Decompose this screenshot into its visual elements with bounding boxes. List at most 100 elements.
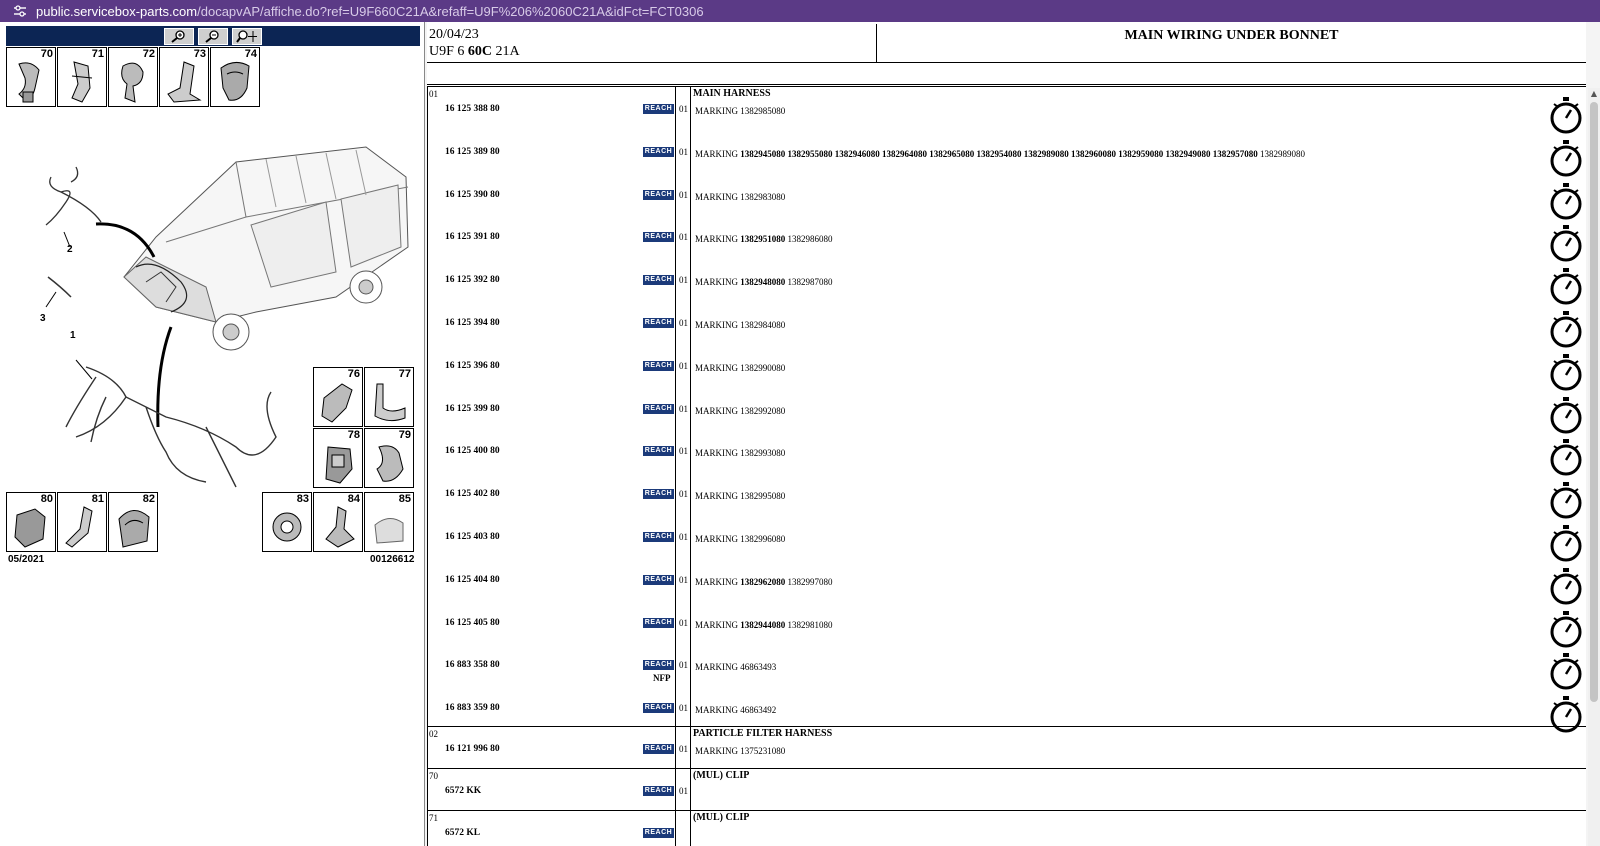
marking-number: 1382993080 bbox=[740, 448, 786, 459]
thumb-part[interactable]: 70 bbox=[6, 47, 56, 107]
part-number[interactable]: 6572 KK bbox=[445, 786, 481, 796]
marking-number: 1382996080 bbox=[740, 534, 786, 544]
reach-badge[interactable]: REACH bbox=[643, 660, 674, 671]
part-row[interactable]: 16 125 403 80 REACH 01 MARKING 1382996080 bbox=[427, 525, 1586, 567]
part-row[interactable]: 16 125 389 80 REACH 01 MARKING 1382945080 1… bbox=[427, 139, 1586, 182]
stopwatch-icon[interactable] bbox=[1549, 524, 1583, 564]
thumb-part[interactable]: 84 bbox=[313, 492, 363, 552]
part-number[interactable]: 16 125 400 80 bbox=[445, 446, 500, 456]
stopwatch-icon[interactable] bbox=[1549, 182, 1583, 222]
scrollbar-thumb[interactable] bbox=[1590, 102, 1598, 702]
part-row[interactable]: 16 125 391 80 REACH 01 MARKING 1382951080 1… bbox=[427, 225, 1586, 267]
part-row[interactable]: 16 125 390 80 REACH 01 MARKING 1382983080 bbox=[427, 182, 1586, 225]
zoom-out-button[interactable] bbox=[198, 27, 228, 45]
stopwatch-icon[interactable] bbox=[1549, 224, 1583, 264]
stopwatch-icon[interactable] bbox=[1549, 481, 1583, 521]
stopwatch-icon[interactable] bbox=[1549, 139, 1583, 179]
pan-zoom-button[interactable] bbox=[232, 27, 262, 45]
reach-badge[interactable]: REACH bbox=[643, 275, 674, 286]
stopwatch-icon[interactable] bbox=[1549, 610, 1583, 650]
part-number[interactable]: 16 125 390 80 bbox=[445, 190, 500, 200]
part-row[interactable]: 16 125 402 80 REACH 01 MARKING 1382995080 bbox=[427, 482, 1586, 524]
stopwatch-icon[interactable] bbox=[1549, 310, 1583, 350]
part-number[interactable]: 16 125 388 80 bbox=[445, 104, 500, 114]
thumb-part[interactable]: 77 bbox=[364, 367, 414, 427]
part-number[interactable]: 16 125 402 80 bbox=[445, 489, 500, 499]
scroll-up-icon[interactable]: ▲ bbox=[1588, 88, 1600, 100]
thumb-part[interactable]: 76 bbox=[313, 367, 363, 427]
part-number[interactable]: 16 121 996 80 bbox=[445, 744, 500, 754]
part-number[interactable]: 16 125 392 80 bbox=[445, 275, 500, 285]
part-marking: MARKING 46863492 bbox=[695, 705, 776, 715]
stopwatch-icon[interactable] bbox=[1549, 96, 1583, 136]
thumb-part[interactable]: 83 bbox=[262, 492, 312, 552]
reach-badge[interactable]: REACH bbox=[643, 617, 674, 628]
marking-label: MARKING bbox=[695, 191, 739, 202]
thumb-part[interactable]: 78 bbox=[313, 428, 363, 488]
part-row[interactable]: 16 125 392 80 REACH 01 MARKING 1382948080 1… bbox=[427, 268, 1586, 310]
zoom-in-button[interactable] bbox=[164, 27, 194, 45]
part-number[interactable]: 16 125 405 80 bbox=[445, 618, 500, 628]
thumb-part[interactable]: 73 bbox=[159, 47, 209, 107]
part-row[interactable]: 16 125 405 80 REACH 01 MARKING 1382944080 1… bbox=[427, 610, 1586, 653]
part-marking: MARKING 1382962080 1382997080 bbox=[695, 577, 833, 587]
reach-badge[interactable]: REACH bbox=[643, 703, 674, 714]
reach-badge[interactable]: REACH bbox=[643, 489, 674, 500]
reach-badge[interactable]: REACH bbox=[643, 532, 674, 542]
reach-badge[interactable]: REACH bbox=[643, 360, 674, 371]
part-number[interactable]: 16 125 404 80 bbox=[445, 575, 500, 585]
part-number[interactable]: 16 125 396 80 bbox=[445, 361, 500, 371]
reach-badge[interactable]: REACH bbox=[643, 446, 674, 457]
part-number[interactable]: 16 125 389 80 bbox=[445, 147, 500, 157]
thumb-part[interactable]: 85 bbox=[364, 492, 414, 552]
part-number[interactable]: 16 883 359 80 bbox=[445, 703, 500, 713]
reach-badge[interactable]: REACH bbox=[643, 744, 674, 754]
part-row[interactable]: 16 125 394 80 REACH 01 MARKING 1382984080 bbox=[427, 311, 1586, 353]
reach-badge[interactable]: REACH bbox=[643, 403, 674, 414]
thumb-part[interactable]: 72 bbox=[108, 47, 158, 107]
site-settings-icon[interactable] bbox=[10, 1, 30, 21]
reach-badge[interactable]: REACH bbox=[643, 318, 674, 328]
part-number[interactable]: 16 125 394 80 bbox=[445, 318, 500, 328]
part-row[interactable]: 16 125 399 80 REACH 01 MARKING 1382992080 bbox=[427, 396, 1586, 439]
thumb-part[interactable]: 74 bbox=[210, 47, 260, 107]
marking-label: MARKING bbox=[695, 277, 739, 288]
part-row[interactable]: 6572 KL REACH bbox=[427, 821, 1586, 846]
part-row[interactable]: 16 125 400 80 REACH 01 MARKING 1382993080 bbox=[427, 439, 1586, 481]
part-row[interactable]: 16 125 396 80 REACH 01 MARKING 1382990080 bbox=[427, 353, 1586, 396]
part-number[interactable]: 16 125 391 80 bbox=[445, 232, 500, 242]
stopwatch-icon[interactable] bbox=[1549, 267, 1583, 307]
stopwatch-icon[interactable] bbox=[1549, 438, 1583, 478]
part-number[interactable]: 16 883 358 80 bbox=[445, 660, 500, 670]
reach-badge[interactable]: REACH bbox=[643, 232, 674, 243]
thumb-part[interactable]: 79 bbox=[364, 428, 414, 488]
thumb-part[interactable]: 80 bbox=[6, 492, 56, 552]
stopwatch-icon[interactable] bbox=[1549, 567, 1583, 607]
reach-badge[interactable]: REACH bbox=[643, 104, 674, 114]
parts-header: 20/04/23 U9F 6 60C 21A MAIN WIRING UNDER… bbox=[427, 24, 1586, 63]
part-row[interactable]: 16 125 404 80 REACH 01 MARKING 1382962080 1… bbox=[427, 567, 1586, 610]
callout-label: 2 bbox=[67, 244, 73, 255]
stopwatch-icon[interactable] bbox=[1549, 652, 1583, 692]
scrollbar[interactable]: ▲ bbox=[1588, 88, 1600, 846]
stopwatch-icon[interactable] bbox=[1549, 396, 1583, 436]
reach-badge[interactable]: REACH bbox=[643, 786, 674, 796]
marking-bold: 1382951080 bbox=[740, 234, 786, 245]
reach-badge[interactable]: REACH bbox=[643, 146, 674, 157]
exploded-diagram[interactable]: 70 71 72 73 74 2 3 1 76 77 78 79 80 81 8… bbox=[6, 47, 420, 567]
part-number[interactable]: 6572 KL bbox=[445, 828, 480, 838]
thumb-part[interactable]: 81 bbox=[57, 492, 107, 552]
stopwatch-icon[interactable] bbox=[1549, 353, 1583, 393]
part-row[interactable]: 16 883 358 80 REACH 01 MARKING 46863493 NFP bbox=[427, 653, 1586, 695]
thumb-part[interactable]: 71 bbox=[57, 47, 107, 107]
reach-badge[interactable]: REACH bbox=[643, 828, 674, 838]
url-text[interactable]: public.servicebox-parts.com/docapvAP/aff… bbox=[36, 4, 704, 19]
part-number[interactable]: 16 125 399 80 bbox=[445, 404, 500, 414]
reach-badge[interactable]: REACH bbox=[643, 574, 674, 585]
browser-address-bar[interactable]: public.servicebox-parts.com/docapvAP/aff… bbox=[0, 0, 1600, 22]
thumb-part[interactable]: 82 bbox=[108, 492, 158, 552]
part-row[interactable]: 16 125 388 80 REACH 01 MARKING 1382985080 bbox=[427, 97, 1586, 139]
reach-badge[interactable]: REACH bbox=[643, 189, 674, 200]
part-number[interactable]: 16 125 403 80 bbox=[445, 532, 500, 542]
nfp-label: NFP bbox=[653, 673, 671, 684]
